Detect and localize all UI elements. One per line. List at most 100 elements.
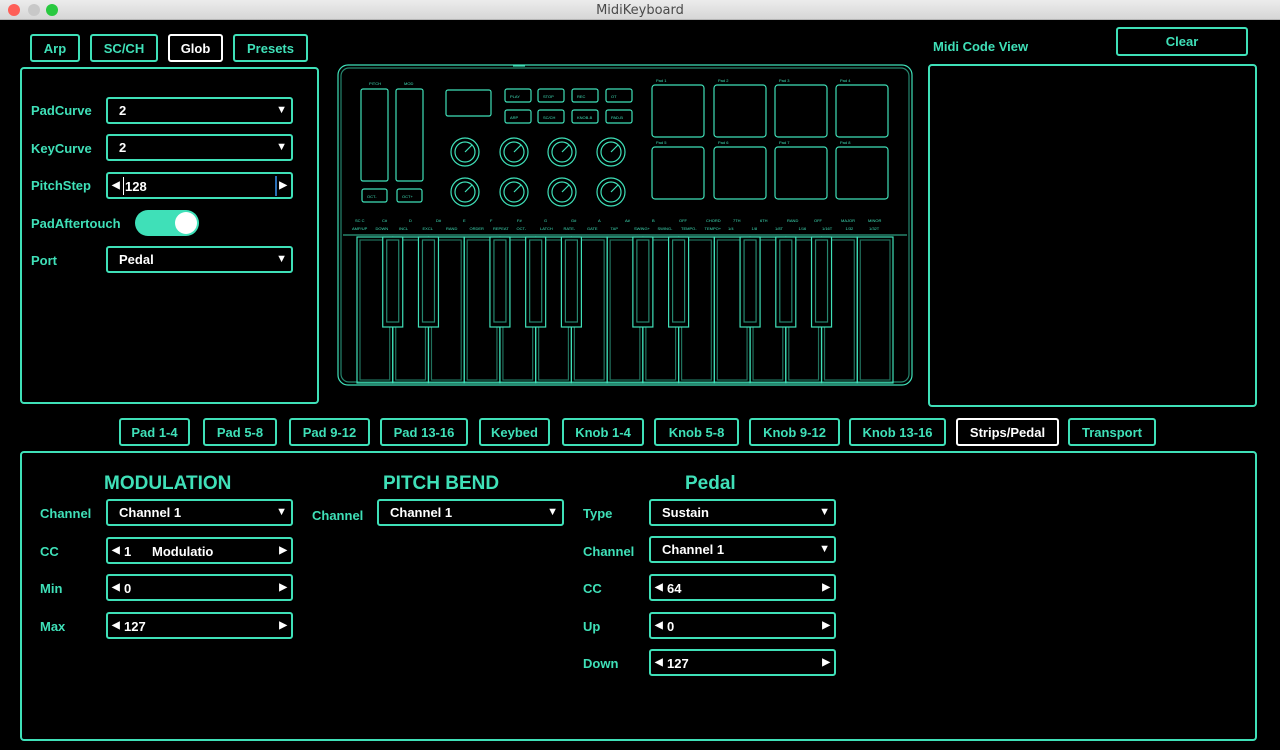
key-label: E: [463, 218, 466, 223]
pitch-bend-channel-select[interactable]: Channel 1 ▼: [377, 499, 564, 526]
modulation-min-label: Min: [40, 581, 63, 596]
decrement-icon[interactable]: ◀: [655, 657, 663, 668]
transport-button-label: ARP: [510, 115, 519, 120]
key-label: MAJOR: [841, 218, 855, 223]
port-select[interactable]: Pedal ▼: [106, 246, 293, 273]
pedal-type-select[interactable]: Sustain ▼: [649, 499, 836, 526]
pad-label: Pad 6: [718, 140, 729, 145]
pitch-step-stepper[interactable]: ◀ 128 ▶: [106, 172, 293, 199]
pedal-type-label: Type: [583, 506, 613, 521]
pad-curve-select[interactable]: 2 ▼: [106, 97, 293, 124]
decrement-icon[interactable]: ◀: [112, 180, 120, 191]
decrement-icon[interactable]: ◀: [112, 582, 120, 593]
tab-strips-pedal[interactable]: Strips/Pedal: [956, 418, 1059, 446]
midi-code-view-title: Midi Code View: [933, 39, 1029, 54]
screen-display: [445, 89, 492, 117]
key-label: F#: [517, 218, 522, 223]
pitch-bend-channel-value: Channel 1: [390, 505, 453, 520]
tab-pad-1-4[interactable]: Pad 1-4: [119, 418, 190, 446]
pad-7: [774, 146, 828, 200]
modulation-min-value[interactable]: 0: [124, 581, 131, 596]
pedal-cc-value[interactable]: 64: [667, 581, 681, 596]
modulation-min-stepper[interactable]: ◀ 0 ▶: [106, 574, 293, 601]
tab-pad-13-16[interactable]: Pad 13-16: [380, 418, 468, 446]
modulation-cc-number[interactable]: 1: [124, 544, 131, 559]
toggle-knob: [175, 212, 197, 234]
pad-5: [651, 146, 705, 200]
tab-knob-9-12[interactable]: Knob 9-12: [749, 418, 840, 446]
increment-icon[interactable]: ▶: [279, 582, 287, 593]
transport-button-ot: [605, 88, 633, 103]
transport-button-label: STOP: [543, 94, 554, 99]
chevron-down-icon: ▼: [276, 104, 287, 116]
key-label: C#: [382, 218, 388, 223]
pad-2: [713, 84, 767, 138]
key-label: 7TH: [733, 218, 741, 223]
transport-button-label: SC/CH: [543, 115, 556, 120]
tab-pad-9-12[interactable]: Pad 9-12: [289, 418, 370, 446]
pedal-heading: Pedal: [685, 473, 736, 494]
pedal-down-stepper[interactable]: ◀ 127 ▶: [649, 649, 836, 676]
pad-aftertouch-toggle[interactable]: [135, 210, 199, 236]
mod-strip: [395, 88, 424, 182]
key-curve-select[interactable]: 2 ▼: [106, 134, 293, 161]
tab-knob-1-4[interactable]: Knob 1-4: [562, 418, 644, 446]
pad-label: Pad 3: [779, 78, 790, 83]
modulation-cc-name: Modulatio: [152, 544, 214, 559]
tab-arp[interactable]: Arp: [30, 34, 80, 62]
pedal-up-stepper[interactable]: ◀ 0 ▶: [649, 612, 836, 639]
pad-label: Pad 4: [840, 78, 851, 83]
pedal-up-value[interactable]: 0: [667, 619, 674, 634]
key-label: 1/8T: [775, 226, 784, 231]
key-label: RAND: [787, 218, 798, 223]
decrement-icon[interactable]: ◀: [655, 620, 663, 631]
increment-icon[interactable]: ▶: [822, 620, 830, 631]
tab-sc-ch[interactable]: SC/CH: [90, 34, 158, 62]
tab-knob-5-8[interactable]: Knob 5-8: [654, 418, 739, 446]
knob: [547, 137, 577, 167]
pad-label: Pad 8: [840, 140, 851, 145]
clear-button[interactable]: Clear: [1116, 27, 1248, 56]
increment-icon[interactable]: ▶: [279, 180, 287, 191]
modulation-max-stepper[interactable]: ◀ 127 ▶: [106, 612, 293, 639]
pedal-channel-select[interactable]: Channel 1 ▼: [649, 536, 836, 563]
black-key: [489, 236, 511, 328]
decrement-icon[interactable]: ◀: [112, 620, 120, 631]
pedal-up-label: Up: [583, 619, 601, 634]
key-label: CHORD: [706, 218, 721, 223]
increment-icon[interactable]: ▶: [822, 657, 830, 668]
black-key: [560, 236, 582, 328]
pedal-cc-stepper[interactable]: ◀ 64 ▶: [649, 574, 836, 601]
pedal-type-value: Sustain: [662, 505, 709, 520]
increment-icon[interactable]: ▶: [822, 582, 830, 593]
pitch-bend-channel-label: Channel: [312, 508, 364, 523]
tab-keybed[interactable]: Keybed: [479, 418, 550, 446]
increment-icon[interactable]: ▶: [279, 545, 287, 556]
key-label: MINOR: [868, 218, 881, 223]
modulation-channel-select[interactable]: Channel 1 ▼: [106, 499, 293, 526]
key-label: AMP/UP: [352, 226, 368, 231]
modulation-max-value[interactable]: 127: [124, 619, 146, 634]
key-label: DOWN: [376, 226, 389, 231]
tab-transport[interactable]: Transport: [1068, 418, 1156, 446]
key-label: EXCL: [423, 226, 434, 231]
pad-label: Pad 7: [779, 140, 790, 145]
modulation-cc-stepper[interactable]: ◀ 1 Modulatio ▶: [106, 537, 293, 564]
pedal-down-value[interactable]: 127: [667, 656, 689, 671]
key-label: GATE: [587, 226, 598, 231]
tab-presets[interactable]: Presets: [233, 34, 308, 62]
black-key: [382, 236, 404, 328]
transport-button-label: PAD-B: [611, 115, 623, 120]
key-label: TAP: [611, 226, 619, 231]
tab-knob-13-16[interactable]: Knob 13-16: [849, 418, 946, 446]
midi-code-view-area[interactable]: [928, 64, 1257, 407]
decrement-icon[interactable]: ◀: [655, 582, 663, 593]
increment-icon[interactable]: ▶: [279, 620, 287, 631]
key-label: TEMPO+: [705, 226, 722, 231]
modulation-channel-value: Channel 1: [119, 505, 182, 520]
pitch-step-value[interactable]: 128: [125, 179, 147, 194]
key-label: 1/16: [799, 226, 808, 231]
tab-glob[interactable]: Glob: [168, 34, 223, 62]
decrement-icon[interactable]: ◀: [112, 545, 120, 556]
tab-pad-5-8[interactable]: Pad 5-8: [203, 418, 277, 446]
